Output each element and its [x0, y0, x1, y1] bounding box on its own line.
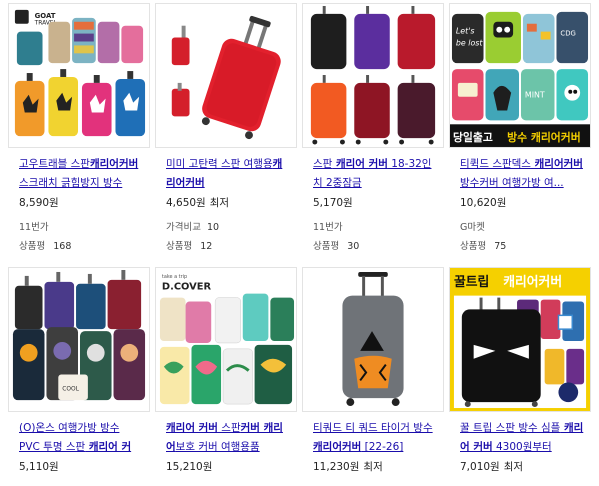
product-price: 5,170원 — [313, 197, 353, 209]
product-thumbnail[interactable] — [155, 3, 297, 148]
product-thumbnail[interactable]: GOAT TRAVEL — [8, 3, 150, 148]
product-title-link[interactable]: (O)온스 여행가방 방수 PVC 투명 스판 캐리어 커버... — [19, 419, 143, 457]
product-price: 10,620원 — [460, 197, 507, 209]
brand-logo: GOAT — [35, 12, 56, 20]
promo-banner: 꿀트립 — [454, 275, 489, 290]
product-thumbnail[interactable] — [302, 267, 444, 412]
mall-name[interactable]: 11번가 — [313, 219, 343, 233]
product-thumbnail[interactable]: COOL — [8, 267, 150, 412]
svg-text:D.COVER: D.COVER — [162, 282, 212, 293]
product-price: 5,110원 — [19, 461, 59, 473]
product-price: 11,230원 최저 — [313, 461, 383, 473]
review-count[interactable]: 상품평 75 — [460, 238, 506, 252]
svg-text:CDG: CDG — [560, 30, 575, 38]
svg-text:캐리어커버: 캐리어커버 — [503, 274, 562, 290]
review-count[interactable]: 상품평 12 — [166, 238, 212, 252]
promo-banner: 당일출고 — [453, 130, 493, 144]
product-title-link[interactable]: 꿀 트립 스판 방수 심플 캐리어 커버 4300원부터 — [460, 419, 584, 457]
product-price: 15,210원 — [166, 461, 213, 473]
product-title-link[interactable]: 티쿼드 티 쿼드 타이거 방수 캐리어커버 [22-26] — [313, 419, 437, 457]
svg-text:방수 캐리어커버: 방수 캐리어커버 — [507, 130, 581, 144]
product-title-link[interactable]: 스판 캐리어 커버 18-32인치 2중잠금 — [313, 155, 437, 193]
product-thumbnail[interactable] — [302, 3, 444, 148]
product-title-link[interactable]: 미미 고탄력 스판 여행용캐리어커버 — [166, 155, 290, 193]
product-title-link[interactable]: 티퀵드 스판덱스 캐리어커버 방수커버 여행가방 여... — [460, 155, 584, 193]
product-thumbnail[interactable]: 꿀트립 캐리어커버 — [449, 267, 591, 412]
svg-text:MINT: MINT — [525, 91, 545, 100]
svg-text:be lost: be lost — [456, 38, 483, 47]
product-thumbnail[interactable]: take a trip D.COVER — [155, 267, 297, 412]
review-count[interactable]: 상품평 168 — [19, 238, 71, 252]
product-price: 8,590원 — [19, 197, 59, 209]
price-compare[interactable]: 가격비교 10 — [166, 219, 219, 233]
product-title-link[interactable]: 고우트래블 스판캐리어커버 스크래치 긁힘방지 방수 — [19, 155, 143, 193]
product-price: 7,010원 최저 — [460, 461, 524, 473]
product-thumbnail[interactable]: Let's be lost CDG MINT 당일출고 방수 캐리어커버 — [449, 3, 591, 148]
product-title-link[interactable]: 캐리어 커버 스판커버 캐리어보호 커버 여행용품 — [166, 419, 290, 457]
mall-name[interactable]: G마켓 — [460, 219, 485, 233]
brand-logo: take a trip — [162, 274, 187, 280]
product-price: 4,650원 최저 — [166, 197, 230, 209]
review-count[interactable]: 상품평 30 — [313, 238, 359, 252]
svg-text:COOL: COOL — [62, 386, 79, 392]
mall-name[interactable]: 11번가 — [19, 219, 49, 233]
svg-text:Let's: Let's — [456, 27, 475, 36]
